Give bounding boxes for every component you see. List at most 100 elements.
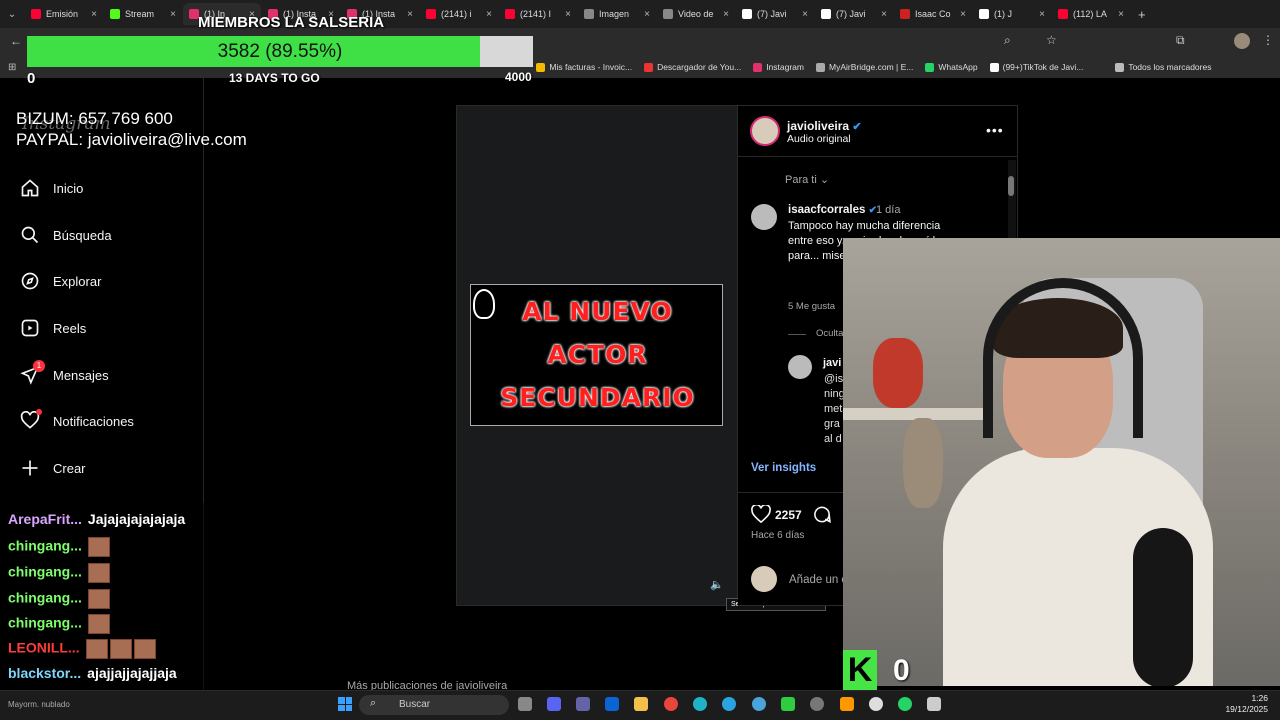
bookmark-item[interactable]: Descargador de You... [644, 62, 741, 72]
bookmark-item[interactable]: Mis facturas - Invoic... [536, 62, 632, 72]
add-comment-input[interactable]: Añade un c [789, 574, 847, 586]
browser-tab[interactable]: Imagen × [578, 3, 656, 25]
sidebar-item-explorar[interactable]: Explorar [20, 271, 101, 291]
close-tab-icon[interactable]: × [881, 9, 887, 20]
telegram-icon[interactable] [722, 697, 736, 711]
close-tab-icon[interactable]: × [486, 9, 492, 20]
bookmark-star-icon[interactable]: ☆ [1046, 33, 1057, 47]
close-tab-icon[interactable]: × [723, 9, 729, 20]
folder-icon[interactable] [634, 697, 648, 711]
sidebar-item-búsqueda[interactable]: Búsqueda [20, 225, 112, 245]
chrome-icon[interactable] [664, 697, 678, 711]
paypal-text: PAYPAL: javioliveira@live.com [16, 130, 247, 149]
comment-icon[interactable] [812, 505, 832, 524]
author-avatar[interactable] [750, 116, 780, 146]
sidebar-item-mensajes[interactable]: 1 Mensajes [20, 360, 109, 385]
sidebar-item-inicio[interactable]: Inicio [20, 178, 83, 198]
hide-replies[interactable]: Oculta [816, 328, 843, 339]
teams-icon[interactable] [576, 697, 590, 711]
chat-username[interactable]: chingang... [8, 538, 82, 554]
bookmark-item[interactable]: MyAirBridge.com | E... [815, 62, 913, 72]
tab-list-icon[interactable]: ⌄ [0, 9, 24, 20]
extensions-icon[interactable]: ⧉ [1176, 33, 1185, 48]
whatsapp-icon[interactable] [898, 697, 912, 711]
app-icon[interactable] [840, 697, 854, 711]
taskbar-search[interactable]: Buscar [359, 695, 509, 715]
weather-widget[interactable]: Mayorm. nublado [8, 700, 70, 709]
app-icon[interactable] [781, 697, 795, 711]
likes-count[interactable]: 2257 [775, 508, 802, 522]
bookmark-item[interactable]: WhatsApp [925, 62, 978, 72]
browser-tab[interactable]: (112) LA × [1052, 3, 1130, 25]
sidebar-item-notificaciones[interactable]: Notificaciones [20, 409, 134, 431]
close-tab-icon[interactable]: × [960, 9, 966, 20]
chat-username[interactable]: chingang... [8, 615, 82, 631]
more-options-icon[interactable]: ••• [986, 122, 1004, 138]
chat-username[interactable]: ArepaFrit... [8, 511, 82, 527]
windows-start-icon[interactable] [338, 697, 352, 711]
chat-username[interactable]: blackstor... [8, 665, 81, 681]
taskbar-clock[interactable]: 1:26 19/12/2025 [1222, 693, 1268, 715]
reply-avatar[interactable] [788, 355, 812, 379]
settings-icon[interactable] [810, 697, 824, 711]
browser-tab[interactable]: (7) Javi × [815, 3, 893, 25]
browser-tab[interactable]: (7) Javi × [736, 3, 814, 25]
chat-username[interactable]: LEONILL... [8, 640, 80, 656]
close-tab-icon[interactable]: × [1118, 9, 1124, 20]
edge-icon[interactable] [693, 697, 707, 711]
close-tab-icon[interactable]: × [644, 9, 650, 20]
chat-username[interactable]: chingang... [8, 590, 82, 606]
discord-icon[interactable] [547, 697, 561, 711]
close-tab-icon[interactable]: × [91, 9, 97, 20]
browser-tab[interactable]: Stream × [104, 3, 182, 25]
volume-icon[interactable]: 🔈 [710, 578, 724, 591]
browser-icon[interactable] [752, 697, 766, 711]
audio-label[interactable]: Audio original [787, 133, 851, 145]
close-tab-icon[interactable]: × [802, 9, 808, 20]
comment-likes[interactable]: 5 Me gusta [788, 301, 835, 312]
browser-tab[interactable]: (1) J × [973, 3, 1051, 25]
chat-message: ArepaFrit... Jajajajajajajaja [8, 511, 185, 527]
mail-icon[interactable] [605, 697, 619, 711]
post-author[interactable]: javioliveira ✔ [787, 119, 862, 133]
app-icon[interactable] [927, 697, 941, 711]
like-icon[interactable] [751, 505, 771, 523]
close-tab-icon[interactable]: × [1039, 9, 1045, 20]
comment-time: 1 día [876, 204, 901, 216]
chat-username[interactable]: chingang... [8, 564, 82, 580]
headset [983, 278, 1143, 438]
close-tab-icon[interactable]: × [565, 9, 571, 20]
notification-dot [36, 409, 42, 415]
new-tab-icon[interactable]: + [1138, 7, 1146, 22]
menu-icon[interactable]: ⋮ [1262, 33, 1274, 47]
para-ti-dropdown[interactable]: Para ti ⌄ [785, 173, 829, 186]
comment-username[interactable]: isaacfcorrales ✔ [788, 204, 877, 216]
commenter-avatar[interactable] [751, 204, 777, 230]
browser-tab[interactable]: Isaac Co × [894, 3, 972, 25]
bookmark-item[interactable]: (99+)TikTok de Javi... [989, 62, 1083, 72]
browser-tab[interactable]: (2141) I × [499, 3, 577, 25]
all-bookmarks[interactable]: Todos los marcadores [1115, 62, 1211, 72]
obs-icon[interactable] [869, 697, 883, 711]
taskview-icon[interactable] [518, 697, 532, 711]
reply-username[interactable]: javi [823, 357, 841, 369]
divider [788, 334, 806, 335]
goal-title: MIEMBROS LA SALSERIA [198, 14, 385, 31]
back-icon[interactable]: ← [10, 34, 22, 48]
browser-tab[interactable]: Video de × [657, 3, 735, 25]
tab-label: Video de [678, 9, 714, 19]
browser-tab[interactable]: Emisión × [25, 3, 103, 25]
tab-label: (2141) I [520, 9, 552, 19]
close-tab-icon[interactable]: × [170, 9, 176, 20]
tab-label: (1) J [994, 9, 1012, 19]
browser-tab[interactable]: (2141) i × [420, 3, 498, 25]
close-tab-icon[interactable]: × [407, 9, 413, 20]
apps-icon[interactable]: ⊞ [8, 62, 16, 73]
sidebar-item-crear[interactable]: Crear [20, 458, 86, 478]
bookmark-item[interactable]: Instagram [753, 62, 804, 72]
sidebar-item-reels[interactable]: Reels [20, 318, 86, 338]
view-insights-link[interactable]: Ver insights [751, 462, 816, 474]
profile-avatar[interactable] [1234, 33, 1250, 49]
zoom-icon[interactable]: ⌕ [1004, 33, 1011, 48]
video-thumbnail[interactable]: AL NUEVO ACTOR SECUNDARIO [470, 284, 723, 426]
